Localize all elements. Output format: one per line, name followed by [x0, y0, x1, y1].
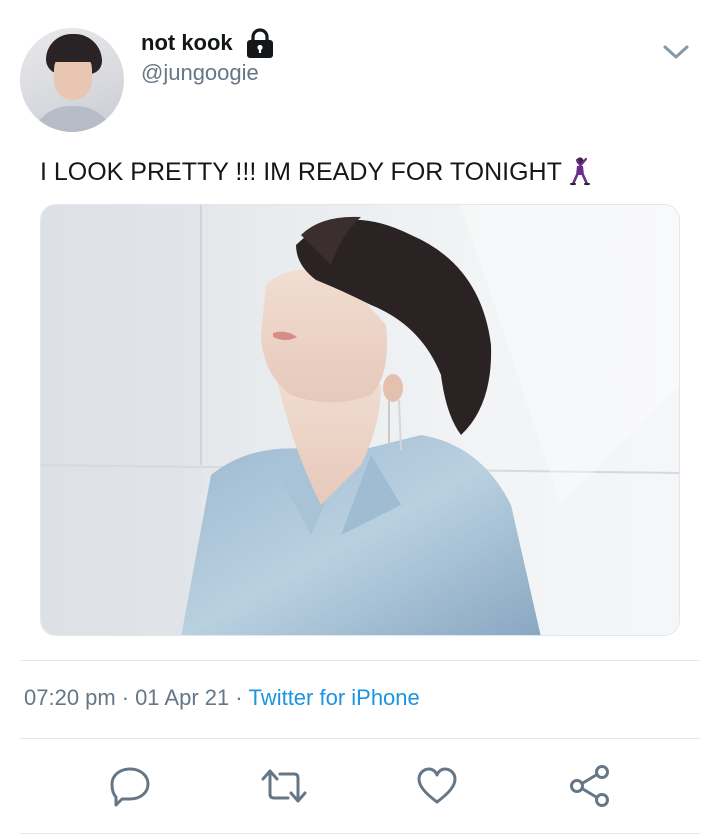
dancer-emoji-icon: [569, 157, 590, 186]
tweet-source-link[interactable]: Twitter for iPhone: [249, 685, 420, 710]
lock-icon: [247, 28, 273, 58]
avatar[interactable]: [20, 28, 124, 132]
tweet-text-content: I LOOK PRETTY !!! IM READY FOR TONIGHT: [40, 158, 562, 186]
tweet-time: 07:20 pm: [24, 685, 116, 710]
tweet-meta: 07:20 pm · 01 Apr 21 · Twitter for iPhone: [24, 685, 420, 711]
tweet-text: I LOOK PRETTY !!! IM READY FOR TONIGHT: [40, 157, 592, 188]
handle[interactable]: @jungoogie: [141, 60, 259, 86]
retweet-icon: [261, 769, 307, 803]
retweet-button[interactable]: [260, 762, 308, 810]
like-button[interactable]: [413, 762, 461, 810]
share-button[interactable]: [566, 762, 614, 810]
display-name[interactable]: not kook: [141, 30, 233, 56]
tweet-date: 01 Apr 21: [135, 685, 230, 710]
reply-button[interactable]: [106, 762, 154, 810]
divider: [20, 738, 700, 739]
share-icon: [570, 765, 609, 807]
divider: [20, 660, 700, 661]
tweet-media-photo[interactable]: [40, 204, 680, 636]
meta-separator: ·: [235, 685, 243, 710]
reply-icon: [110, 767, 150, 807]
heart-icon: [417, 767, 457, 804]
chevron-down-icon[interactable]: [656, 36, 696, 68]
meta-separator: ·: [121, 685, 130, 710]
tweet-card: not kook @jungoogie I LOOK PRETTY !!! IM…: [0, 0, 720, 839]
divider: [20, 833, 700, 834]
